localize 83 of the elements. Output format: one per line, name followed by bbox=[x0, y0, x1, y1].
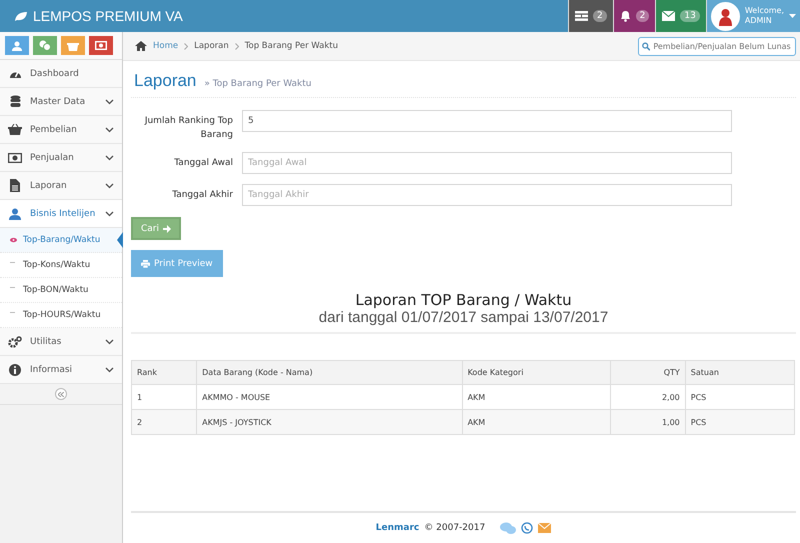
basket-icon bbox=[8, 124, 22, 135]
money-icon bbox=[8, 152, 22, 162]
app-title: LEMPOS PREMIUM VA bbox=[33, 8, 183, 24]
column-header: QTY bbox=[610, 360, 686, 384]
submenu-item[interactable]: Top-Barang/Waktu bbox=[0, 228, 122, 253]
dash-icon bbox=[10, 286, 15, 288]
notification-button[interactable]: 2 bbox=[612, 0, 656, 32]
chevron-icon bbox=[105, 366, 114, 372]
field-label: Jumlah Ranking Top Barang bbox=[143, 115, 233, 142]
gears-icon bbox=[8, 336, 22, 348]
submenu-item[interactable]: Top-BON/Waktu bbox=[0, 278, 122, 303]
chevron-icon bbox=[105, 338, 114, 344]
chevron-icon bbox=[105, 154, 114, 160]
money-icon bbox=[95, 41, 107, 50]
footer-brand: Lenmarc bbox=[376, 523, 420, 533]
collapse-button[interactable] bbox=[55, 388, 67, 400]
chevron-icon bbox=[105, 126, 114, 132]
report-subtitle: dari tanggal 01/07/2017 sampai 13/07/2017 bbox=[318, 309, 610, 326]
shortcut-button[interactable] bbox=[33, 36, 57, 55]
active-pointer bbox=[117, 232, 123, 248]
input-field[interactable]: Tanggal Akhir bbox=[242, 184, 732, 206]
shortcut-button[interactable] bbox=[89, 36, 113, 55]
welcome-text: Welcome, bbox=[744, 6, 784, 16]
tasks-icon bbox=[574, 11, 588, 21]
count-badge: 2 bbox=[592, 10, 607, 22]
shortcut-button[interactable] bbox=[61, 36, 85, 55]
basket-icon bbox=[67, 40, 79, 50]
search-field[interactable]: Pembelian/Penjualan Belum Lunas bbox=[638, 36, 796, 56]
input-field[interactable]: 5 bbox=[242, 110, 732, 132]
table-cell: 2 bbox=[132, 410, 197, 434]
table-cell: 1,00 bbox=[610, 410, 686, 434]
page-subtitle: » Top Barang Per Waktu bbox=[204, 79, 312, 89]
sidebar-item[interactable]: Laporan bbox=[0, 172, 122, 200]
chevron-icon bbox=[105, 210, 114, 216]
column-header: Rank bbox=[132, 360, 197, 384]
column-header: Data Barang (Kode - Nama) bbox=[196, 360, 462, 384]
sidebar-item[interactable]: Penjualan bbox=[0, 144, 122, 172]
bell-icon bbox=[620, 10, 631, 22]
chevron-icon bbox=[105, 182, 114, 188]
sidebar-item[interactable]: Bisnis Intelijen bbox=[0, 200, 122, 228]
field-label: Tanggal Awal bbox=[173, 157, 233, 170]
printer-icon bbox=[141, 260, 150, 268]
user-name: ADMIN bbox=[744, 16, 773, 26]
sidebar-item[interactable]: Utilitas bbox=[0, 328, 122, 356]
sidebar-item[interactable]: Master Data bbox=[0, 88, 122, 116]
search-icon bbox=[642, 42, 650, 50]
caret-icon bbox=[789, 14, 796, 18]
count-badge: 13 bbox=[680, 10, 700, 22]
sidebar-item[interactable]: Dashboard bbox=[0, 60, 122, 88]
home-icon bbox=[135, 41, 147, 51]
chevron-right-icon bbox=[184, 42, 188, 50]
mail-icon[interactable] bbox=[538, 523, 552, 533]
users-icon bbox=[11, 40, 23, 50]
column-header: Satuan bbox=[685, 360, 794, 384]
coins-icon bbox=[39, 40, 51, 51]
input-field[interactable]: Tanggal Awal bbox=[242, 152, 732, 174]
table-cell: AKMJS - JOYSTICK bbox=[196, 410, 462, 434]
submenu-item[interactable]: Top-Kons/Waktu bbox=[0, 253, 122, 278]
mail-icon bbox=[662, 11, 676, 21]
chat-icon[interactable] bbox=[500, 522, 516, 534]
double-chevron-icon bbox=[58, 392, 64, 396]
report-title: Laporan TOP Barang / Waktu bbox=[354, 291, 573, 309]
database-icon bbox=[10, 95, 20, 108]
arrow-right-icon bbox=[163, 224, 171, 232]
table-cell: PCS bbox=[685, 410, 794, 434]
chevron-right-icon bbox=[234, 42, 239, 50]
breadcrumb-link[interactable]: Laporan bbox=[194, 41, 229, 51]
eye-icon bbox=[10, 236, 17, 242]
chevron-icon bbox=[105, 98, 114, 104]
phone-icon[interactable] bbox=[521, 522, 534, 534]
shortcut-button[interactable] bbox=[5, 36, 29, 55]
leaf-icon bbox=[14, 10, 28, 22]
sidebar-item[interactable]: Pembelian bbox=[0, 116, 122, 144]
table-cell: AKM bbox=[462, 410, 610, 434]
sidebar-item[interactable]: Informasi bbox=[0, 356, 122, 384]
field-label: Tanggal Akhir bbox=[171, 189, 233, 202]
info-icon bbox=[9, 364, 21, 376]
user-icon bbox=[9, 208, 21, 220]
copyright-text: © 2007-2017 bbox=[424, 523, 486, 533]
file-icon bbox=[10, 179, 20, 192]
count-badge: 2 bbox=[636, 10, 650, 22]
column-header: Kode Kategori bbox=[462, 360, 610, 384]
page-title: Laporan bbox=[134, 71, 196, 91]
